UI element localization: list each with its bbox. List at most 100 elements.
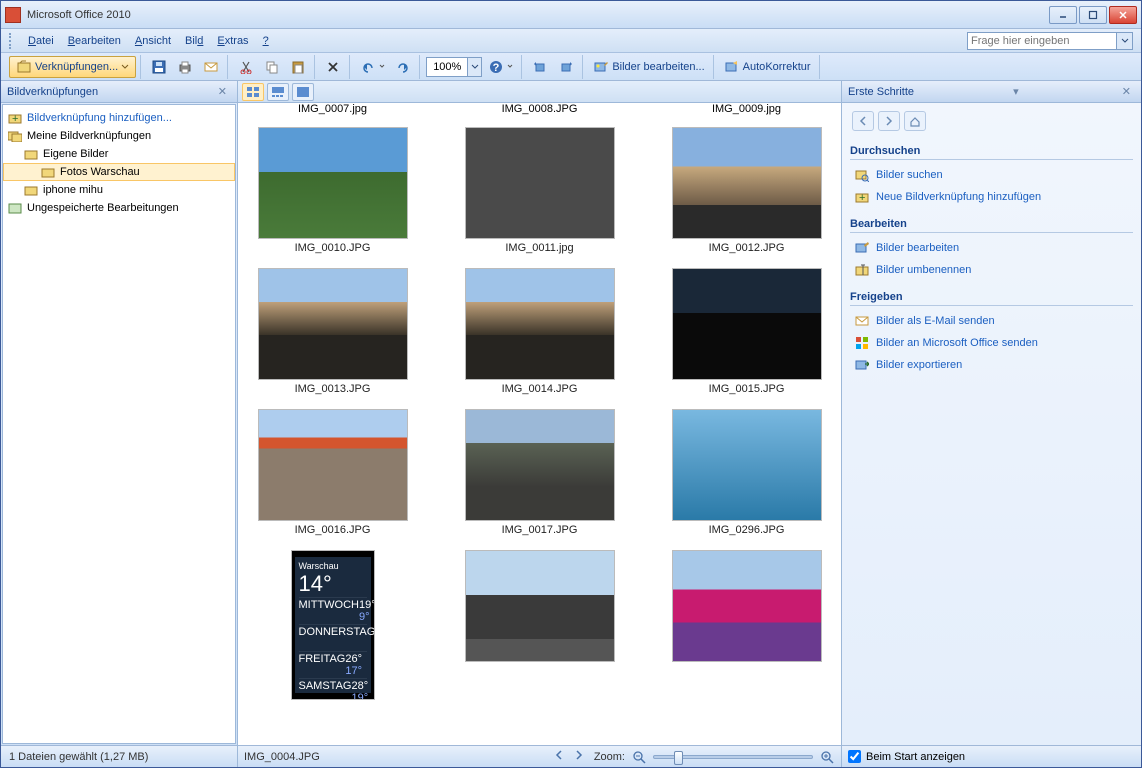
rotate-left-button[interactable] [528,56,552,78]
close-right-panel-button[interactable]: ✕ [1118,85,1135,98]
thumbnail[interactable]: Warschau 14° MITTWOCH19° 9° DONNERSTAG22… [240,546,425,704]
section-browse: Durchsuchen [850,145,1133,160]
thumbnail[interactable]: IMG_0016.JPG [240,405,425,540]
menu-ansicht[interactable]: Ansicht [128,33,178,49]
rotate-right-button[interactable] [554,56,578,78]
help-icon: ? [488,59,504,75]
print-button[interactable] [173,56,197,78]
zoom-label: Zoom: [594,751,625,763]
unsaved-edits-node[interactable]: Ungespeicherte Bearbeitungen [3,199,235,217]
cut-button[interactable] [234,56,258,78]
close-button[interactable] [1109,6,1137,24]
thumbnail[interactable]: IMG_0012.JPG [654,123,839,258]
add-shortcut-link[interactable]: + Bildverknüpfung hinzufügen... [3,109,235,127]
folder-icon [23,147,39,161]
thumbnail[interactable]: IMG_0014.JPG [447,264,632,399]
thumbnail[interactable]: IMG_0011.jpg [447,123,632,258]
search-pictures-link[interactable]: Bilder suchen [850,164,1133,186]
single-view-button[interactable] [292,83,314,101]
rename-pictures-link[interactable]: Bilder umbenennen [850,259,1133,281]
autocorrect-button[interactable]: AutoKorrektur [720,56,815,78]
cut-icon [238,59,254,75]
paste-button[interactable] [286,56,310,78]
titlebar: Microsoft Office 2010 [1,1,1141,29]
edit-pictures-button[interactable]: Bilder bearbeiten... [589,56,708,78]
zoom-in-button[interactable] [819,749,835,765]
thumbnail[interactable] [654,546,839,704]
thumb-image [465,127,615,239]
autocorrect-icon [724,59,740,75]
delete-button[interactable] [321,56,345,78]
help-dropdown[interactable] [1117,32,1133,50]
menu-bearbeiten[interactable]: Bearbeiten [61,33,128,49]
help-search-input[interactable] [967,32,1117,50]
show-on-start-checkbox[interactable] [848,750,861,763]
thumbnail[interactable]: IMG_0015.JPG [654,264,839,399]
copy-button[interactable] [260,56,284,78]
new-shortcut-link[interactable]: +Neue Bildverknüpfung hinzufügen [850,186,1133,208]
my-shortcuts-node[interactable]: Meine Bildverknüpfungen [3,127,235,145]
thumb-image [258,268,408,380]
iphone-node[interactable]: iphone mihu [3,181,235,199]
forward-button[interactable] [878,111,900,131]
prev-button[interactable] [554,750,568,764]
thumbnail[interactable]: IMG_0017.JPG [447,405,632,540]
thumbnail-area[interactable]: IMG_0007.jpg IMG_0008.JPG IMG_0009.jpg I… [238,103,841,745]
save-icon [151,59,167,75]
export-pictures-link[interactable]: Bilder exportieren [850,354,1133,376]
thumbnail[interactable] [447,546,632,704]
redo-icon [395,59,411,75]
next-button[interactable] [574,750,588,764]
mail-button[interactable] [199,56,223,78]
thumbnail[interactable]: IMG_0010.JPG [240,123,425,258]
svg-text:?: ? [493,62,500,74]
svg-text:+: + [859,192,865,204]
thumbnail[interactable]: IMG_0013.JPG [240,264,425,399]
menu-datei[interactable]: Datei [21,33,61,49]
menu-bild[interactable]: Bild [178,33,210,49]
thumb-image [672,550,822,662]
own-pictures-node[interactable]: Eigene Bilder [3,145,235,163]
export-icon [854,357,870,373]
menu-help[interactable]: ? [256,33,276,49]
grip-icon [9,33,15,49]
filmstrip-view-button[interactable] [267,83,289,101]
zoom-slider[interactable] [653,755,813,759]
thumbnail[interactable]: IMG_0296.JPG [654,405,839,540]
send-office-link[interactable]: Bilder an Microsoft Office senden [850,332,1133,354]
redo-button[interactable] [391,56,415,78]
email-pictures-link[interactable]: Bilder als E-Mail senden [850,310,1133,332]
maximize-button[interactable] [1079,6,1107,24]
shortcuts-button[interactable]: Verknüpfungen... [9,56,136,78]
window-title: Microsoft Office 2010 [27,9,1049,21]
back-button[interactable] [852,111,874,131]
zoom-dropdown[interactable] [467,58,481,76]
office-icon [854,335,870,351]
panel-menu-button[interactable]: ▾ [1009,85,1023,98]
app-icon [5,7,21,23]
mail-icon [203,59,219,75]
svg-text:+: + [12,113,18,124]
menu-extras[interactable]: Extras [210,33,255,49]
zoom-out-button[interactable] [631,749,647,765]
copy-icon [264,59,280,75]
help-button[interactable]: ? [484,56,517,78]
right-panel-footer: Beim Start anzeigen [842,745,1141,767]
minimize-button[interactable] [1049,6,1077,24]
warsaw-folder-node[interactable]: Fotos Warschau [3,163,235,181]
left-panel-title: Bildverknüpfungen ✕ [1,81,237,103]
home-button[interactable] [904,111,926,131]
thumb-image [465,268,615,380]
edit-pictures-link[interactable]: Bilder bearbeiten [850,237,1133,259]
rotate-left-icon [532,59,548,75]
folder-icon [40,165,56,179]
thumb-image: Warschau 14° MITTWOCH19° 9° DONNERSTAG22… [291,550,375,700]
thumbnails-view-button[interactable] [242,83,264,101]
zoom-input[interactable]: 100% [426,57,482,77]
folder-icon [23,183,39,197]
close-panel-button[interactable]: ✕ [214,85,231,98]
thumb-label: IMG_0009.jpg [654,103,839,115]
zoom-slider-handle[interactable] [674,751,683,765]
undo-button[interactable] [356,56,389,78]
save-button[interactable] [147,56,171,78]
